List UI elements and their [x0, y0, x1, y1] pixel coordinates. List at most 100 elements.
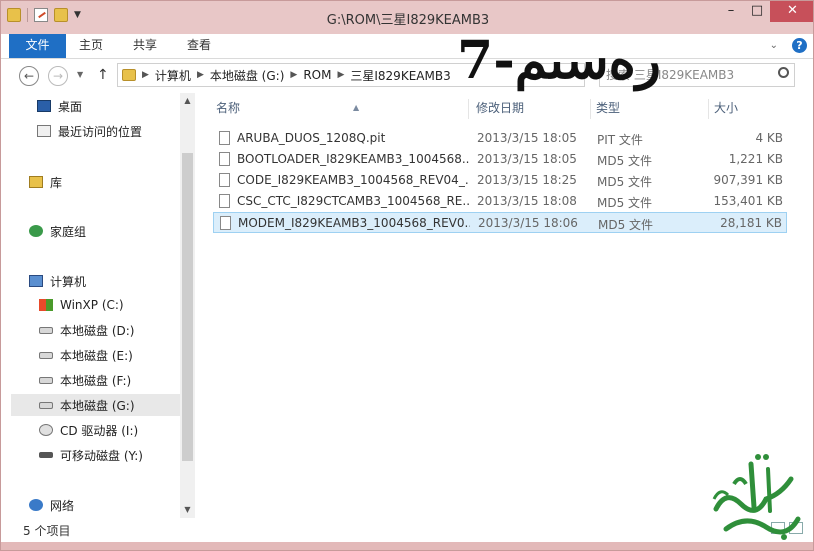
drive-icon — [39, 326, 53, 334]
file-type: PIT 文件 — [597, 133, 643, 147]
file-name: BOOTLOADER_I829KEAMB3_1004568... — [237, 152, 469, 166]
back-button[interactable]: ← — [19, 66, 39, 86]
file-type: MD5 文件 — [597, 175, 653, 189]
breadcrumb-rom[interactable]: ROM — [303, 68, 331, 82]
winxp-drive-icon — [39, 299, 53, 311]
close-button[interactable]: ✕ — [770, 1, 813, 22]
navigation-pane: 桌面 最近访问的位置 库 家庭组 计算机 WinXP (C:) 本地磁盘 (D:… — [1, 93, 195, 523]
scroll-down-arrow-icon[interactable]: ▼ — [180, 502, 195, 518]
sidebar-item-label: 网络 — [50, 498, 75, 513]
address-folder-icon — [122, 69, 136, 81]
cd-drive-icon — [39, 424, 53, 436]
file-name: CODE_I829KEAMB3_1004568_REV04_... — [237, 173, 469, 187]
file-icon — [219, 194, 230, 208]
tab-home[interactable]: 主页 — [73, 34, 109, 58]
sidebar-item-label: CD 驱动器 (I:) — [60, 423, 139, 438]
sidebar-item-label: 库 — [50, 175, 63, 190]
file-date: 2013/3/15 18:06 — [478, 216, 578, 230]
file-size: 28,181 KB — [720, 216, 782, 230]
up-button[interactable]: ↑ — [97, 67, 109, 83]
file-row[interactable]: BOOTLOADER_I829KEAMB3_1004568... 2013/3/… — [213, 149, 787, 170]
ribbon-tabs: 文件 主页 共享 查看 ⌄ ? — [1, 34, 813, 59]
sidebar-item-label: 计算机 — [50, 274, 87, 289]
tab-view[interactable]: 查看 — [181, 34, 217, 58]
sidebar-item-label: 本地磁盘 (D:) — [60, 323, 135, 338]
sidebar-item-label: 本地磁盘 (E:) — [60, 348, 133, 363]
sidebar-item-label: 家庭组 — [50, 224, 87, 239]
sidebar-item-label: 最近访问的位置 — [58, 124, 143, 139]
file-icon — [219, 173, 230, 187]
column-header-label: 名称 — [216, 101, 241, 115]
forward-button[interactable]: → — [48, 66, 68, 86]
homegroup-icon — [29, 225, 43, 237]
drive-icon — [39, 351, 53, 359]
column-header-date[interactable]: 修改日期 — [471, 99, 591, 119]
window-bottom-border — [1, 542, 813, 550]
breadcrumb-drive-g[interactable]: 本地磁盘 (G:) — [210, 67, 285, 84]
column-header-type[interactable]: 类型 — [591, 99, 709, 119]
explorer-window: ▼ G:\ROM\三星I829KEAMB3 – □ ✕ 文件 主页 共享 查看 … — [0, 0, 814, 551]
file-row[interactable]: CSC_CTC_I829CTCAMB3_1004568_RE... 2013/3… — [213, 191, 787, 212]
file-name: ARUBA_DUOS_1208Q.pit — [237, 131, 386, 145]
item-count: 5 个项目 — [23, 524, 71, 538]
expand-ribbon-chevron-icon[interactable]: ⌄ — [770, 40, 778, 51]
drive-icon — [39, 401, 53, 409]
file-date: 2013/3/15 18:25 — [477, 173, 577, 187]
sidebar-scrollbar[interactable]: ▲ ▼ — [180, 93, 195, 518]
file-name: MODEM_I829KEAMB3_1004568_REV0... — [238, 216, 470, 230]
removable-drive-icon — [39, 452, 53, 458]
tab-file[interactable]: 文件 — [9, 34, 66, 58]
sidebar-item-label: 可移动磁盘 (Y:) — [60, 448, 143, 463]
breadcrumb-chevron-icon[interactable]: ▶ — [290, 70, 297, 80]
file-row[interactable]: CODE_I829KEAMB3_1004568_REV04_... 2013/3… — [213, 170, 787, 191]
file-row[interactable]: ARUBA_DUOS_1208Q.pit 2013/3/15 18:05 PIT… — [213, 128, 787, 149]
breadcrumb-current-folder[interactable]: 三星I829KEAMB3 — [350, 67, 450, 84]
file-icon — [219, 131, 230, 145]
file-size: 907,391 KB — [713, 173, 783, 187]
library-icon — [29, 176, 43, 188]
file-date: 2013/3/15 18:08 — [477, 194, 577, 208]
file-date: 2013/3/15 18:05 — [477, 152, 577, 166]
navigation-bar: ← → ▼ ↑ ▶ 计算机 ▶ 本地磁盘 (G:) ▶ ROM ▶ 三星I829… — [1, 59, 813, 93]
file-row-selected[interactable]: MODEM_I829KEAMB3_1004568_REV0... 2013/3/… — [213, 212, 787, 233]
search-icon[interactable] — [778, 67, 789, 78]
desktop-icon — [37, 100, 51, 112]
file-size: 1,221 KB — [728, 152, 783, 166]
sort-ascending-icon: ▲ — [353, 103, 360, 112]
file-date: 2013/3/15 18:05 — [477, 131, 577, 145]
recent-locations-chevron-icon[interactable]: ▼ — [77, 70, 83, 79]
drive-icon — [39, 376, 53, 384]
scroll-up-arrow-icon[interactable]: ▲ — [180, 93, 195, 109]
sidebar-item-label: 本地磁盘 (G:) — [60, 398, 135, 413]
minimize-button[interactable]: – — [718, 1, 744, 22]
maximize-button[interactable]: □ — [744, 1, 770, 22]
file-size: 4 KB — [755, 131, 783, 145]
file-name: CSC_CTC_I829CTCAMB3_1004568_RE... — [237, 194, 469, 208]
file-size: 153,401 KB — [713, 194, 783, 208]
breadcrumb-chevron-icon[interactable]: ▶ — [337, 70, 344, 80]
window-controls: – □ ✕ — [718, 1, 813, 22]
status-bar: 5 个项目 — [1, 518, 813, 542]
sidebar-item-label: WinXP (C:) — [60, 298, 124, 312]
tab-share[interactable]: 共享 — [127, 34, 163, 58]
window-title: G:\ROM\三星I829KEAMB3 — [326, 13, 490, 28]
help-icon[interactable]: ? — [792, 38, 807, 53]
recent-places-icon — [37, 125, 51, 137]
column-header-size[interactable]: 大小 — [709, 99, 789, 119]
sidebar-item-drive-g[interactable]: 本地磁盘 (G:) — [11, 394, 189, 416]
breadcrumb-chevron-icon[interactable]: ▶ — [197, 70, 204, 80]
title-bar: ▼ G:\ROM\三星I829KEAMB3 – □ ✕ — [1, 1, 813, 34]
calligraphy-logo-icon — [712, 454, 801, 540]
breadcrumb-computer[interactable]: 计算机 — [155, 67, 191, 84]
file-type: MD5 文件 — [597, 154, 653, 168]
column-header-name[interactable]: 名称 ▲ — [211, 99, 469, 119]
file-icon — [220, 216, 231, 230]
sidebar-item-label: 本地磁盘 (F:) — [60, 373, 132, 388]
file-type: MD5 文件 — [598, 218, 654, 232]
ribbon-controls: ⌄ ? — [770, 38, 807, 53]
file-icon — [219, 152, 230, 166]
file-type: MD5 文件 — [597, 196, 653, 210]
breadcrumb-chevron-icon[interactable]: ▶ — [142, 70, 149, 80]
scrollbar-thumb[interactable] — [182, 153, 193, 461]
computer-icon — [29, 275, 43, 287]
